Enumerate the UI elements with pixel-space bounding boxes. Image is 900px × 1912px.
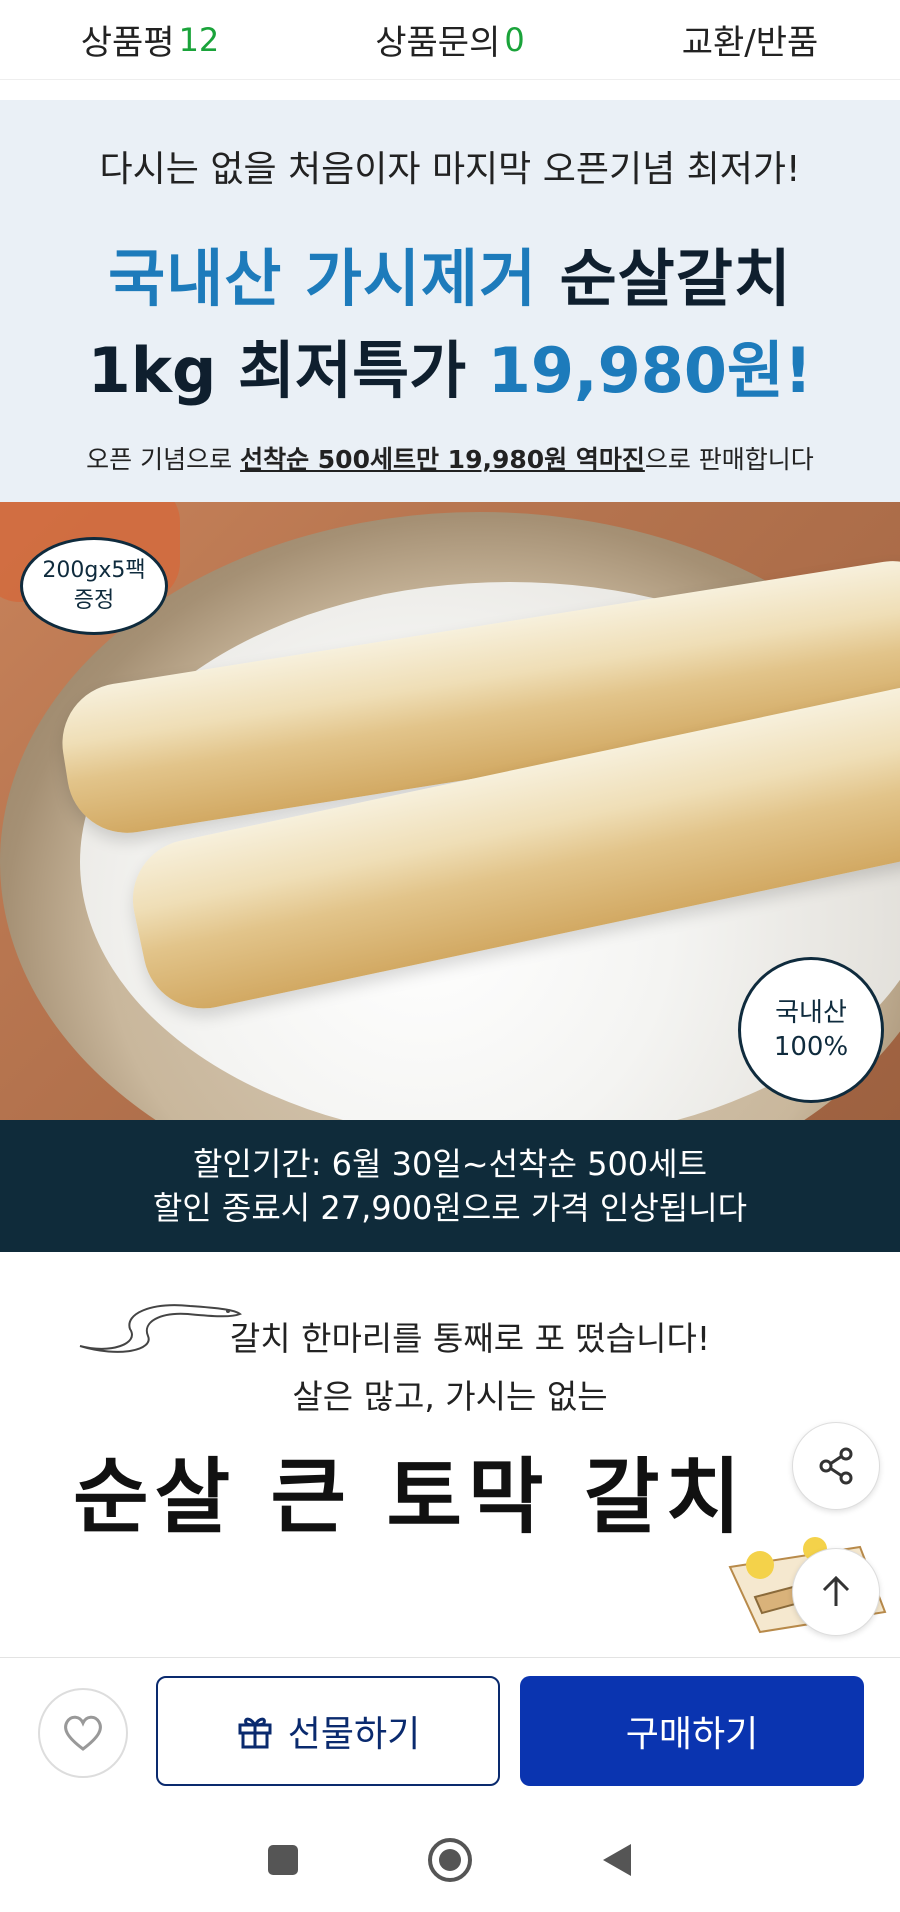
promo-subtitle: 다시는 없을 처음이자 마지막 오픈기념 최저가! (99, 149, 801, 190)
intro-line2: 살은 많고, 가시는 없는 (292, 1377, 608, 1416)
gift-button-label: 선물하기 (287, 1714, 421, 1755)
tab-exchange-return[interactable]: 교환/반품 (600, 15, 900, 64)
product-photo: 200gx5팩 증정 국내산 100% (0, 502, 900, 1120)
promo-note-suffix: 으로 판매합니다 (644, 445, 814, 474)
tab-inquiries[interactable]: 상품문의 0 (300, 15, 600, 64)
nav-home-button[interactable] (415, 1825, 485, 1895)
discount-period: 할인기간: 6월 30일~선착순 500세트 (192, 1145, 708, 1183)
buy-button-label: 구매하기 (625, 1714, 759, 1755)
nav-recents-icon (268, 1844, 299, 1875)
promo-note: 오픈 기념으로 선착순 500세트만 19,980원 역마진으로 판매합니다 (0, 440, 900, 476)
intro-line1: 갈치 한마리를 통째로 포 떴습니다! (229, 1319, 711, 1358)
tab-inquiries-count: 0 (504, 20, 525, 59)
promo-price-suffix: ! (784, 334, 813, 407)
nav-recents-button[interactable] (248, 1825, 318, 1895)
nav-home-icon (427, 1837, 472, 1882)
gift-badge-line2: 증정 (73, 588, 115, 613)
promo-title-blue: 국내산 가시제거 (108, 242, 538, 315)
tab-reviews[interactable]: 상품평 12 (0, 15, 300, 64)
share-icon (819, 1447, 853, 1485)
bottom-action-bar: 선물하기 구매하기 (0, 1657, 900, 1807)
domestic-badge-line1: 국내산 (775, 998, 847, 1028)
tab-reviews-label: 상품평 (80, 23, 175, 63)
product-intro: 갈치 한마리를 통째로 포 떴습니다! 살은 많고, 가시는 없는 순살 큰 토… (0, 1252, 900, 1657)
gift-badge-line1: 200gx5팩 (42, 558, 146, 583)
promo-note-prefix: 오픈 기념으로 (86, 445, 233, 474)
intro-title: 순살 큰 토막 갈치 (73, 1449, 747, 1545)
tab-inquiries-label: 상품문의 (375, 23, 501, 63)
share-button[interactable] (792, 1422, 880, 1510)
gift-icon (238, 1717, 272, 1749)
promo-banner: 다시는 없을 처음이자 마지막 오픈기념 최저가! 국내산 가시제거 순살갈치 … (0, 100, 900, 502)
arrow-up-icon (822, 1575, 850, 1606)
promo-title-dark: 순살갈치 (559, 242, 792, 315)
discount-info: 할인기간: 6월 30일~선착순 500세트 할인 종료시 27,900원으로 … (0, 1120, 900, 1252)
buy-button[interactable]: 구매하기 (520, 1676, 864, 1786)
scroll-top-button[interactable] (792, 1548, 880, 1636)
promo-price-prefix: 1kg 최저특가 (87, 334, 467, 407)
discount-end-notice: 할인 종료시 27,900원으로 가격 인상됩니다 (152, 1189, 748, 1227)
product-tabs: 상품평 12 상품문의 0 교환/반품 (0, 0, 900, 80)
heart-icon (64, 1715, 102, 1751)
domestic-badge: 국내산 100% (738, 957, 884, 1103)
domestic-badge-line2: 100% (773, 1032, 849, 1062)
promo-price-line: 1kg 최저특가 19,980원! (0, 320, 900, 410)
nav-back-icon (602, 1843, 631, 1876)
tab-reviews-count: 12 (178, 20, 220, 59)
tab-exchange-return-label: 교환/반품 (681, 23, 819, 63)
wishlist-button[interactable] (38, 1688, 128, 1778)
gift-badge: 200gx5팩 증정 (20, 537, 168, 635)
gift-button[interactable]: 선물하기 (156, 1676, 500, 1786)
promo-price: 19,980원 (487, 334, 785, 407)
promo-note-highlight: 선착순 500세트만 19,980원 역마진 (240, 445, 645, 474)
promo-title: 국내산 가시제거 순살갈치 (0, 228, 900, 318)
nav-back-button[interactable] (582, 1825, 652, 1895)
system-nav-bar (0, 1807, 900, 1912)
